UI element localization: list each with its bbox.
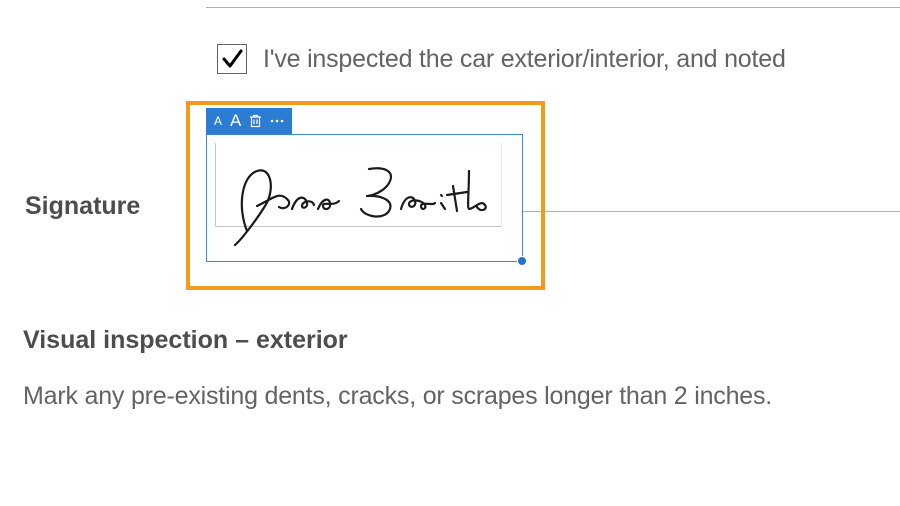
checkmark-icon [220, 47, 244, 71]
ellipsis-icon [270, 119, 284, 123]
form-divider-top [206, 7, 900, 8]
section-heading: Visual inspection – exterior [23, 326, 348, 355]
checkbox-label: I've inspected the car exterior/interior… [263, 45, 786, 74]
checkbox-row: I've inspected the car exterior/interior… [217, 44, 786, 74]
inspection-checkbox[interactable] [217, 44, 247, 74]
trash-icon [249, 114, 262, 128]
resize-handle[interactable] [517, 256, 527, 266]
font-grow-button[interactable]: A [230, 111, 241, 131]
font-shrink-button[interactable]: A [214, 114, 222, 128]
section-body: Mark any pre-existing dents, cracks, or … [23, 382, 772, 411]
signature-canvas [215, 143, 502, 227]
more-button[interactable] [270, 119, 284, 123]
delete-button[interactable] [249, 114, 262, 128]
signature-toolbar: A A [206, 108, 292, 134]
signature-label: Signature [25, 192, 140, 221]
signature-field[interactable] [206, 134, 523, 262]
